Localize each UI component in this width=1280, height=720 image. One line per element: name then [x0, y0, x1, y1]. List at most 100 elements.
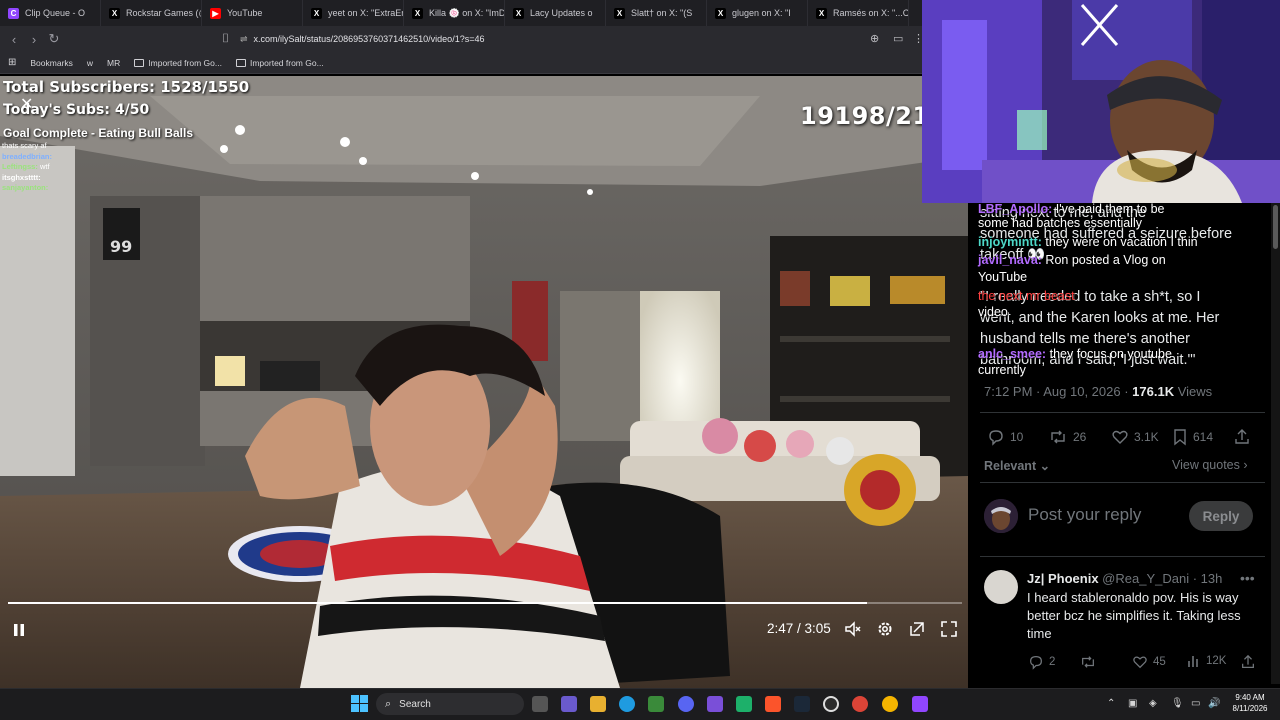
speaker-icon[interactable]: 🔊 [1208, 698, 1220, 709]
view-quotes-link[interactable]: View quotes › [1172, 458, 1248, 472]
volume-mute-icon[interactable] [844, 620, 862, 638]
bookmark-item[interactable]: Imported from Go... [235, 58, 324, 68]
apps-grid-icon[interactable]: ⊞ [8, 57, 16, 68]
bookmark-count: 614 [1193, 430, 1214, 444]
bookmark-item[interactable]: MR [107, 58, 120, 68]
bookmark-item[interactable]: Imported from Go... [134, 58, 222, 68]
tray-app-icon[interactable]: ▣ [1128, 698, 1137, 709]
heart-icon [1112, 430, 1128, 444]
edge-icon[interactable] [619, 696, 635, 712]
store-icon[interactable] [648, 696, 664, 712]
browser-tab[interactable]: ▶ YouTube [202, 0, 303, 26]
system-clock[interactable]: 9:40 AM 8/11/2026 [1228, 692, 1272, 714]
twitch-icon[interactable] [912, 696, 928, 712]
app-grid-icon[interactable] [707, 696, 723, 712]
browser-tab[interactable]: X Slatt† on X: "(S [606, 0, 707, 26]
video-frame: 99 [0, 76, 968, 688]
scrollbar-thumb[interactable] [1273, 205, 1278, 249]
popout-icon[interactable] [908, 620, 926, 638]
browser-tab[interactable]: Xglugen on X: "I [707, 0, 808, 26]
audio-app-icon[interactable] [736, 696, 752, 712]
stream-chat-text: YouTube [978, 270, 1028, 284]
avatar[interactable] [984, 570, 1018, 604]
reply-repost-action[interactable] [1079, 654, 1097, 670]
steam-icon[interactable] [794, 696, 810, 712]
fullscreen-icon[interactable] [940, 620, 958, 638]
stream-chat-line: injoymintt: they were on vacation I thin [978, 234, 1198, 251]
mini-chat-line: sanjayanton: [2, 183, 52, 194]
task-view-icon[interactable] [532, 696, 548, 712]
clock-date: 8/11/2026 [1232, 704, 1268, 713]
tab-favicon-icon: X [311, 7, 322, 19]
tab-label: Rockstar Games (@ [126, 8, 202, 18]
reply-button[interactable]: Reply [1189, 501, 1253, 531]
browser-tab[interactable]: C Clip Queue - O [0, 0, 101, 26]
reply-count: 10 [1010, 430, 1024, 444]
tab-favicon-icon: X [412, 7, 423, 19]
reply-like-action[interactable]: 45 [1132, 654, 1166, 670]
windows-start-icon[interactable] [351, 695, 368, 712]
bookmark-star-icon[interactable]: ⌷ [222, 31, 229, 46]
bookmark-label: w [86, 57, 94, 68]
bookmark-action[interactable]: 614 [1172, 428, 1213, 446]
zoom-icon[interactable]: ⊕ [870, 32, 879, 45]
file-explorer-icon[interactable] [590, 696, 606, 712]
tab-favicon-icon: X [109, 7, 120, 19]
stream-chat-line: video [978, 304, 1008, 321]
chrome-icon[interactable] [852, 696, 868, 712]
browser-tab[interactable]: Xyeet on X: "ExtraEn [303, 0, 404, 26]
site-info-icon[interactable]: ⇌ [240, 34, 248, 45]
microphone-icon[interactable]: 🎙 [1171, 698, 1184, 709]
bookmark-item[interactable]: Bookmarks [30, 58, 73, 68]
chrome-canary-icon[interactable] [882, 696, 898, 712]
stream-chat-line: anlc_smee: they focus on youtube [978, 346, 1172, 363]
scrollbar[interactable] [1271, 203, 1280, 684]
reply-share-action[interactable] [1240, 654, 1256, 670]
more-options-icon[interactable]: ••• [1240, 570, 1255, 586]
repost-icon [1082, 656, 1094, 668]
overlay-total-subscribers: Total Subscribers: 1528/1550 [3, 78, 250, 96]
reply-action[interactable]: 10 [987, 428, 1023, 446]
reply-views-action[interactable]: 12K [1187, 654, 1226, 668]
back-icon[interactable]: ‹ [4, 32, 24, 47]
reply-author-name[interactable]: Jz| Phoenix [1027, 571, 1099, 586]
repost-count: 26 [1073, 430, 1087, 444]
sort-relevant-dropdown[interactable]: Relevant ⌄ [984, 458, 1050, 473]
mini-stream-chat: thats scary af breadedbrian: Leftingss: … [2, 141, 52, 194]
display-icon[interactable]: ▭ [1191, 698, 1200, 709]
ccleaner-icon[interactable] [823, 696, 839, 712]
video-player[interactable]: 99 [0, 76, 968, 688]
reply-icon [989, 430, 1003, 446]
reply-reply-action[interactable]: 2 [1028, 654, 1055, 670]
address-bar[interactable]: ⇌ x.com/ilySalt/status/20869537603714625… [240, 29, 880, 49]
network-icon[interactable]: ◈ [1149, 698, 1157, 709]
share-action[interactable] [1233, 428, 1251, 446]
pause-icon[interactable] [11, 622, 27, 638]
reply-icon [1030, 656, 1042, 670]
tweet-views-label: Views [1177, 384, 1213, 399]
tab-label: YouTube [227, 8, 263, 18]
taskbar-search[interactable]: ⌕ Search [376, 693, 524, 715]
like-action[interactable]: 3.1K [1111, 428, 1159, 446]
close-icon[interactable]: ✕ [20, 94, 33, 114]
browser-tab[interactable]: X Killa 🍥 on X: "ImD [404, 0, 505, 26]
settings-gear-icon[interactable] [876, 620, 894, 638]
browser-tab[interactable]: X Ramsés on X: "...Co [808, 0, 909, 26]
reply-author-handle[interactable]: @Rea_Y_Dani · 13h [1102, 571, 1222, 586]
forward-icon[interactable]: › [24, 32, 44, 47]
repost-action[interactable]: 26 [1048, 428, 1086, 446]
cast-icon[interactable]: ▭ [893, 32, 903, 45]
stream-chat-text: they were on vacation I thin [1045, 235, 1198, 249]
brave-icon[interactable] [765, 696, 781, 712]
tab-bar: C Clip Queue - O X Rockstar Games (@ ▶ YouTub… [0, 0, 922, 26]
discord-icon[interactable] [678, 696, 694, 712]
avatar[interactable] [984, 499, 1018, 533]
bookmark-item[interactable]: w [87, 58, 93, 68]
divider [980, 556, 1265, 557]
browser-tab[interactable]: X Rockstar Games (@ [101, 0, 202, 26]
reply-input[interactable]: Post your reply [1028, 505, 1141, 525]
browser-tab[interactable]: X Lacy Updates o [505, 0, 606, 26]
copilot-icon[interactable] [561, 696, 577, 712]
tray-chevron-icon[interactable]: ⌃ [1107, 698, 1115, 709]
reload-icon[interactable]: ↻ [44, 31, 64, 47]
